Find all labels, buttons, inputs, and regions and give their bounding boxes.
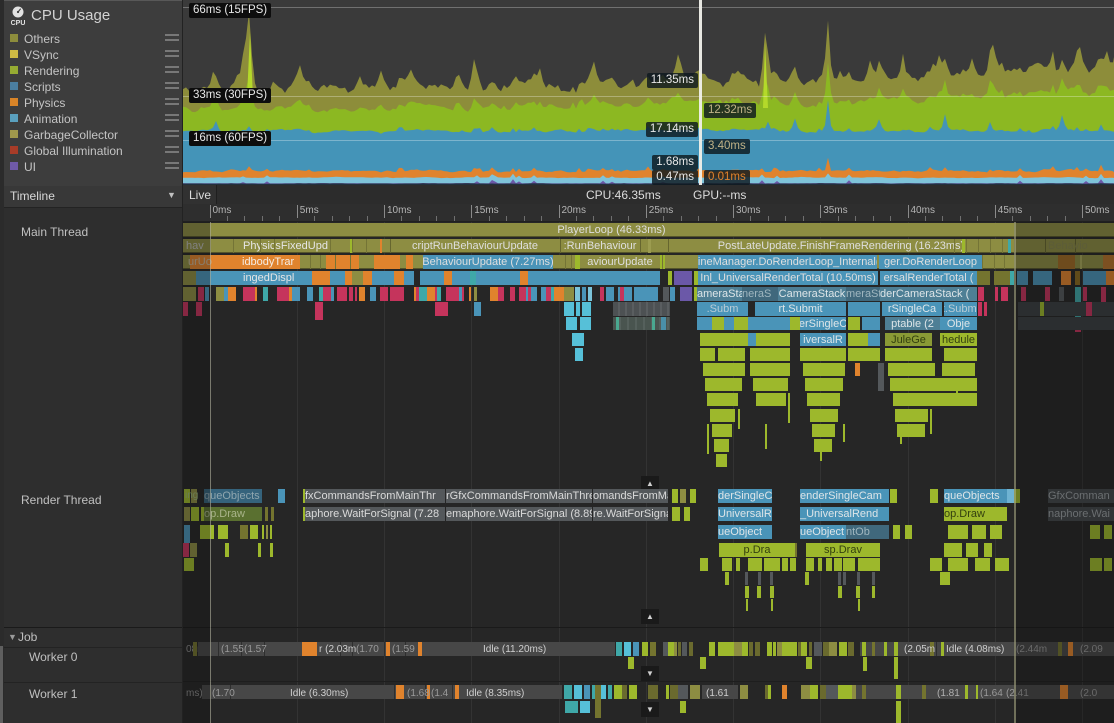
svg-text:CPU: CPU: [11, 20, 26, 26]
